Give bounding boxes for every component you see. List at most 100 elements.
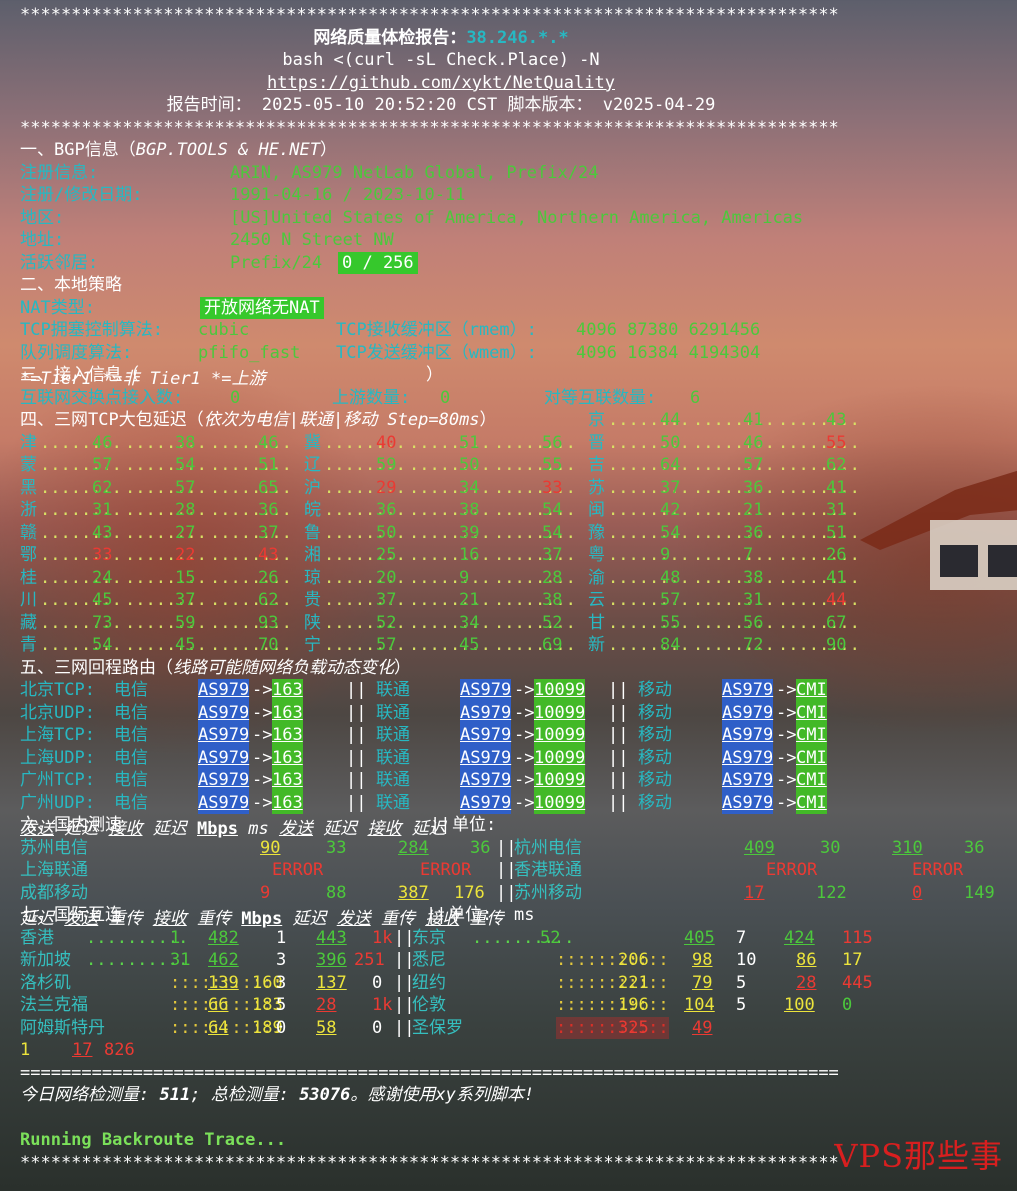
latency-value: 50 bbox=[459, 455, 480, 475]
latency-value: 221 bbox=[618, 972, 649, 993]
latency-value: 34 bbox=[459, 477, 480, 498]
retx-value: 0 bbox=[372, 1017, 383, 1038]
node-name: 阿姆斯特丹 bbox=[20, 1017, 105, 1038]
route-row: 广州TCP: 电信 AS979 -> 163 || 联通 AS979 -> 10099 || 移动 AS… bbox=[20, 769, 1010, 792]
latency-value: 36 bbox=[964, 837, 985, 858]
retx-value: 115 bbox=[842, 927, 873, 948]
province-label: 川 bbox=[20, 590, 37, 610]
separator: || bbox=[608, 792, 629, 813]
node-name: 悉尼 bbox=[412, 950, 446, 970]
latency-dots: ........ bbox=[494, 590, 576, 610]
latency-value: 70 bbox=[258, 635, 279, 655]
separator: || bbox=[346, 747, 367, 768]
retx-value: 1k bbox=[372, 995, 393, 1015]
bgp-address: 地址: 2450 N Street NW bbox=[20, 230, 394, 250]
recv-value: 28 bbox=[796, 972, 817, 993]
report-meta: 报告时间： 2025-05-10 20:52:20 CST 脚本版本： v202… bbox=[166, 95, 716, 115]
run-command: bash <(curl -sL Check.Place) -N bbox=[282, 50, 600, 70]
node-name: 苏州移动 bbox=[514, 882, 582, 903]
latency-value: 44 bbox=[660, 410, 681, 430]
asn-dest: 10099 bbox=[534, 791, 586, 814]
province-label: 京 bbox=[588, 410, 605, 430]
send-value: 482 bbox=[208, 927, 239, 948]
report-time: 2025-05-10 20:52:20 CST bbox=[261, 95, 498, 115]
latency-value: 65 bbox=[258, 477, 279, 498]
route-arrow: -> bbox=[776, 702, 797, 723]
intl-row: 新加坡.......... 31 462 3 396 251 || 悉尼:::::::::::… bbox=[20, 949, 1010, 972]
node-name: 香港联通 bbox=[514, 860, 582, 880]
latency-value: 55 bbox=[542, 455, 563, 475]
province-label: 吉 bbox=[588, 455, 605, 475]
recv-value: 424 bbox=[784, 927, 815, 948]
carrier-label: 联通 bbox=[376, 747, 410, 768]
separator: || bbox=[346, 702, 367, 723]
province-label: 琼 bbox=[304, 567, 321, 588]
node-name: 纽约 bbox=[412, 972, 446, 993]
latency-value: 72 bbox=[743, 635, 764, 655]
latency-dots: ........ bbox=[210, 432, 292, 453]
latency-dots: ........ bbox=[494, 635, 576, 655]
latency-dots: ........ bbox=[494, 545, 576, 565]
latency-value: 57 bbox=[175, 477, 196, 498]
latency-value: 56 bbox=[743, 612, 764, 633]
latency-value: 40 bbox=[376, 432, 397, 453]
latency-value: 50 bbox=[660, 432, 681, 453]
carrier-label: 移动 bbox=[638, 725, 672, 745]
separator: || bbox=[608, 770, 629, 790]
asn-source: AS979 bbox=[198, 724, 250, 747]
asn-dest: 10099 bbox=[534, 746, 586, 769]
province-label: 藏 bbox=[20, 612, 37, 633]
latency-value: 7 bbox=[743, 545, 754, 565]
latency-dots: ........ bbox=[210, 567, 292, 588]
route-arrow: -> bbox=[252, 702, 273, 723]
province-label: 冀 bbox=[304, 432, 321, 453]
asn-source: AS979 bbox=[722, 724, 774, 747]
latency-value: 27 bbox=[175, 522, 196, 543]
latency-row: 青........ 54........ 45........ 70 宁........… bbox=[20, 634, 1010, 657]
latency-value: 28 bbox=[175, 500, 196, 520]
recv-value: 284 bbox=[398, 837, 429, 858]
route-table: 北京TCP: 电信 AS979 -> 163 || 联通 AS979 -> 10099 || 移动 AS… bbox=[20, 679, 1010, 814]
route-arrow: -> bbox=[776, 770, 797, 790]
send-value: 98 bbox=[692, 950, 713, 970]
latency-value: 67 bbox=[826, 612, 847, 633]
latency-dots: ........ bbox=[494, 432, 576, 453]
repo-link[interactable]: https://github.com/xykt/NetQuality bbox=[20, 72, 1010, 95]
asn-source: AS979 bbox=[722, 701, 774, 724]
province-label: 云 bbox=[588, 590, 605, 610]
footer-rule: ========================================… bbox=[20, 1062, 839, 1083]
latency-value: 41 bbox=[826, 567, 847, 588]
repo-url-link[interactable]: https://github.com/xykt/NetQuality bbox=[20, 72, 862, 95]
asn-dest: CMI bbox=[796, 724, 827, 747]
latency-row: 桂........ 24........ 15........ 26 琼........… bbox=[20, 567, 1010, 590]
latency-value: 30 bbox=[820, 837, 841, 858]
latency-value: 15 bbox=[175, 567, 196, 588]
recv-value: ERROR bbox=[912, 860, 964, 880]
latency-dots: ::::::::::: bbox=[556, 1016, 669, 1039]
latency-value: 176 bbox=[454, 882, 485, 903]
report-title: 网络质量体检报告：38.246.*.* bbox=[20, 27, 1010, 50]
latency-dots: ........ bbox=[210, 590, 292, 610]
latency-value: 33 bbox=[92, 545, 113, 565]
route-label: 北京TCP: bbox=[20, 680, 95, 700]
send-value: ERROR bbox=[766, 860, 818, 880]
route-row: 北京UDP: 电信 AS979 -> 163 || 联通 AS979 -> 10099 || 移动 AS… bbox=[20, 701, 1010, 724]
route-arrow: -> bbox=[252, 680, 273, 700]
recv-value: 17 bbox=[72, 1040, 93, 1060]
asn-source: AS979 bbox=[460, 679, 512, 702]
latency-value: 43 bbox=[92, 522, 113, 543]
latency-value: 41 bbox=[826, 477, 847, 498]
bgp-dates: 注册/修改日期: 1991-04-16 / 2023-10-11 bbox=[20, 185, 466, 205]
retx-value: 3 bbox=[276, 972, 287, 993]
province-label: 湘 bbox=[304, 545, 321, 565]
route-arrow: -> bbox=[252, 747, 273, 768]
latency-row: 川........ 45........ 37........ 62 贵........… bbox=[20, 589, 1010, 612]
latency-dots: ........ bbox=[210, 522, 292, 543]
intl-row: 阿姆斯特丹::::::::::: 189 64 0 58 0 || 圣保罗::::::::::… bbox=[20, 1016, 1010, 1039]
latency-value: 59 bbox=[376, 455, 397, 475]
recv-value: 310 bbox=[892, 837, 923, 858]
latency-dots: ........ bbox=[778, 432, 860, 453]
route-arrow: -> bbox=[252, 792, 273, 813]
carrier-label: 电信 bbox=[114, 725, 148, 745]
asn-dest: 10099 bbox=[534, 724, 586, 747]
